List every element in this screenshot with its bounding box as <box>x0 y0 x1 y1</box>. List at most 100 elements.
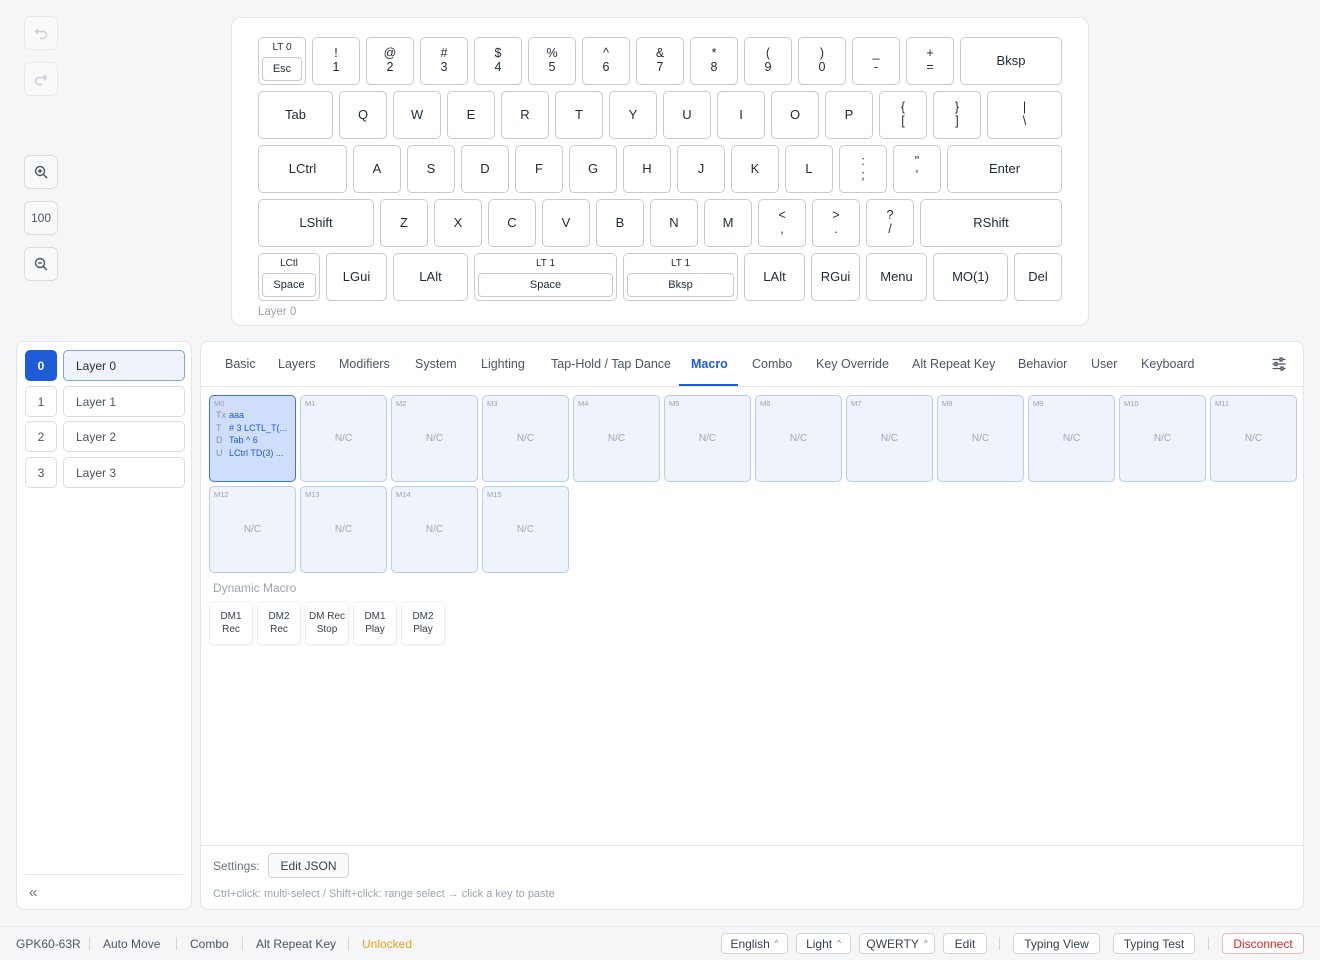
key-1-0[interactable]: Tab <box>258 91 333 139</box>
key-4-2[interactable]: LAlt <box>393 253 468 301</box>
dynamic-macro-button-1[interactable]: DM2 Rec <box>257 601 301 645</box>
key-3-0[interactable]: LShift <box>258 199 374 247</box>
dynamic-macro-button-2[interactable]: DM Rec Stop <box>305 601 349 645</box>
key-3-1[interactable]: Z <box>380 199 428 247</box>
layer-name-button[interactable]: Layer 2 <box>63 421 185 452</box>
key-4-0[interactable]: LCtl Space <box>258 253 320 301</box>
key-1-3[interactable]: E <box>447 91 495 139</box>
macro-slot-m6[interactable]: M6 N/C <box>755 395 842 482</box>
collapse-panel-button[interactable]: « <box>29 884 37 901</box>
key-0-3[interactable]: #3 <box>420 37 468 85</box>
key-2-8[interactable]: K <box>731 145 779 193</box>
tab-system[interactable]: System <box>415 357 457 371</box>
key-2-1[interactable]: A <box>353 145 401 193</box>
key-4-3[interactable]: LT 1 Space <box>474 253 617 301</box>
layer-name-button[interactable]: Layer 0 <box>63 350 185 381</box>
key-3-2[interactable]: X <box>434 199 482 247</box>
macro-slot-m1[interactable]: M1 N/C <box>300 395 387 482</box>
key-4-1[interactable]: LGui <box>326 253 387 301</box>
key-0-7[interactable]: & 7 <box>636 37 684 85</box>
key-2-9[interactable]: L <box>785 145 833 193</box>
key-4-6[interactable]: RGui <box>811 253 860 301</box>
key-2-5[interactable]: G <box>569 145 617 193</box>
zoom-in-button[interactable] <box>24 155 58 189</box>
key-2-0[interactable]: LCtrl <box>258 145 347 193</box>
macro-slot-m14[interactable]: M14 N/C <box>391 486 478 573</box>
key-1-9[interactable]: O <box>771 91 819 139</box>
zoom-level[interactable]: 100 <box>24 201 58 235</box>
key-1-1[interactable]: Q <box>339 91 387 139</box>
key-1-13[interactable]: | \ <box>987 91 1062 139</box>
layer-number-button[interactable]: 2 <box>25 421 57 452</box>
key-2-11[interactable]: " ' <box>893 145 941 193</box>
key-4-8[interactable]: MO(1) <box>933 253 1008 301</box>
key-3-6[interactable]: N <box>650 199 698 247</box>
tab-basic[interactable]: Basic <box>225 357 256 371</box>
key-1-11[interactable]: {[ <box>879 91 927 139</box>
key-2-6[interactable]: H <box>623 145 671 193</box>
key-0-13[interactable]: Bksp <box>960 37 1062 85</box>
key-3-8[interactable]: <, <box>758 199 806 247</box>
tab-modifiers[interactable]: Modifiers <box>339 357 390 371</box>
key-0-9[interactable]: (9 <box>744 37 792 85</box>
disconnect-button[interactable]: Disconnect <box>1222 933 1304 954</box>
key-0-11[interactable]: _ - <box>852 37 900 85</box>
key-3-11[interactable]: RShift <box>920 199 1062 247</box>
key-0-12[interactable]: + = <box>906 37 954 85</box>
key-1-8[interactable]: I <box>717 91 765 139</box>
key-2-4[interactable]: F <box>515 145 563 193</box>
macro-slot-m5[interactable]: M5 N/C <box>664 395 751 482</box>
key-1-10[interactable]: P <box>825 91 873 139</box>
key-4-4[interactable]: LT 1 Bksp <box>623 253 738 301</box>
key-0-6[interactable]: ^ 6 <box>582 37 630 85</box>
key-2-7[interactable]: J <box>677 145 725 193</box>
key-0-1[interactable]: ! 1 <box>312 37 360 85</box>
typing-test-button[interactable]: Typing Test <box>1113 933 1195 954</box>
layer-number-button[interactable]: 0 <box>25 350 57 381</box>
macro-slot-m2[interactable]: M2 N/C <box>391 395 478 482</box>
key-0-8[interactable]: * 8 <box>690 37 738 85</box>
macro-slot-m13[interactable]: M13 N/C <box>300 486 387 573</box>
macro-slot-m11[interactable]: M11 N/C <box>1210 395 1297 482</box>
tab-lighting[interactable]: Lighting <box>481 357 525 371</box>
tab-key-override[interactable]: Key Override <box>816 357 889 371</box>
dynamic-macro-button-3[interactable]: DM1 Play <box>353 601 397 645</box>
macro-slot-m10[interactable]: M10 N/C <box>1119 395 1206 482</box>
typing-view-button[interactable]: Typing View <box>1013 933 1100 954</box>
key-1-2[interactable]: W <box>393 91 441 139</box>
layout-select[interactable]: QWERTY ^ <box>859 933 935 954</box>
macro-slot-m3[interactable]: M3 N/C <box>482 395 569 482</box>
language-select[interactable]: English ^ <box>721 933 788 954</box>
key-0-2[interactable]: @2 <box>366 37 414 85</box>
edit-button[interactable]: Edit <box>943 933 987 954</box>
key-0-10[interactable]: ) 0 <box>798 37 846 85</box>
key-2-2[interactable]: S <box>407 145 455 193</box>
key-3-7[interactable]: M <box>704 199 752 247</box>
key-4-5[interactable]: LAlt <box>744 253 805 301</box>
key-0-0[interactable]: LT 0 Esc <box>258 37 306 85</box>
key-3-4[interactable]: V <box>542 199 590 247</box>
key-1-4[interactable]: R <box>501 91 549 139</box>
key-3-10[interactable]: ? / <box>866 199 914 247</box>
tab-tap-hold-tap-dance[interactable]: Tap-Hold / Tap Dance <box>551 357 671 371</box>
key-2-12[interactable]: Enter <box>947 145 1062 193</box>
theme-select[interactable]: Light ^ <box>796 933 851 954</box>
macro-slot-m8[interactable]: M8 N/C <box>937 395 1024 482</box>
key-4-7[interactable]: Menu <box>866 253 927 301</box>
macro-slot-m4[interactable]: M4 N/C <box>573 395 660 482</box>
key-2-10[interactable]: :; <box>839 145 887 193</box>
macro-slot-m9[interactable]: M9 N/C <box>1028 395 1115 482</box>
macro-slot-m15[interactable]: M15 N/C <box>482 486 569 573</box>
layer-number-button[interactable]: 3 <box>25 457 57 488</box>
key-4-9[interactable]: Del <box>1014 253 1062 301</box>
layer-name-button[interactable]: Layer 1 <box>63 386 185 417</box>
key-3-3[interactable]: C <box>488 199 536 247</box>
key-1-6[interactable]: Y <box>609 91 657 139</box>
key-0-5[interactable]: % 5 <box>528 37 576 85</box>
sliders-icon[interactable] <box>1271 356 1287 372</box>
macro-slot-m7[interactable]: M7 N/C <box>846 395 933 482</box>
key-1-5[interactable]: T <box>555 91 603 139</box>
tab-combo[interactable]: Combo <box>752 357 792 371</box>
tab-layers[interactable]: Layers <box>278 357 316 371</box>
key-1-12[interactable]: }] <box>933 91 981 139</box>
